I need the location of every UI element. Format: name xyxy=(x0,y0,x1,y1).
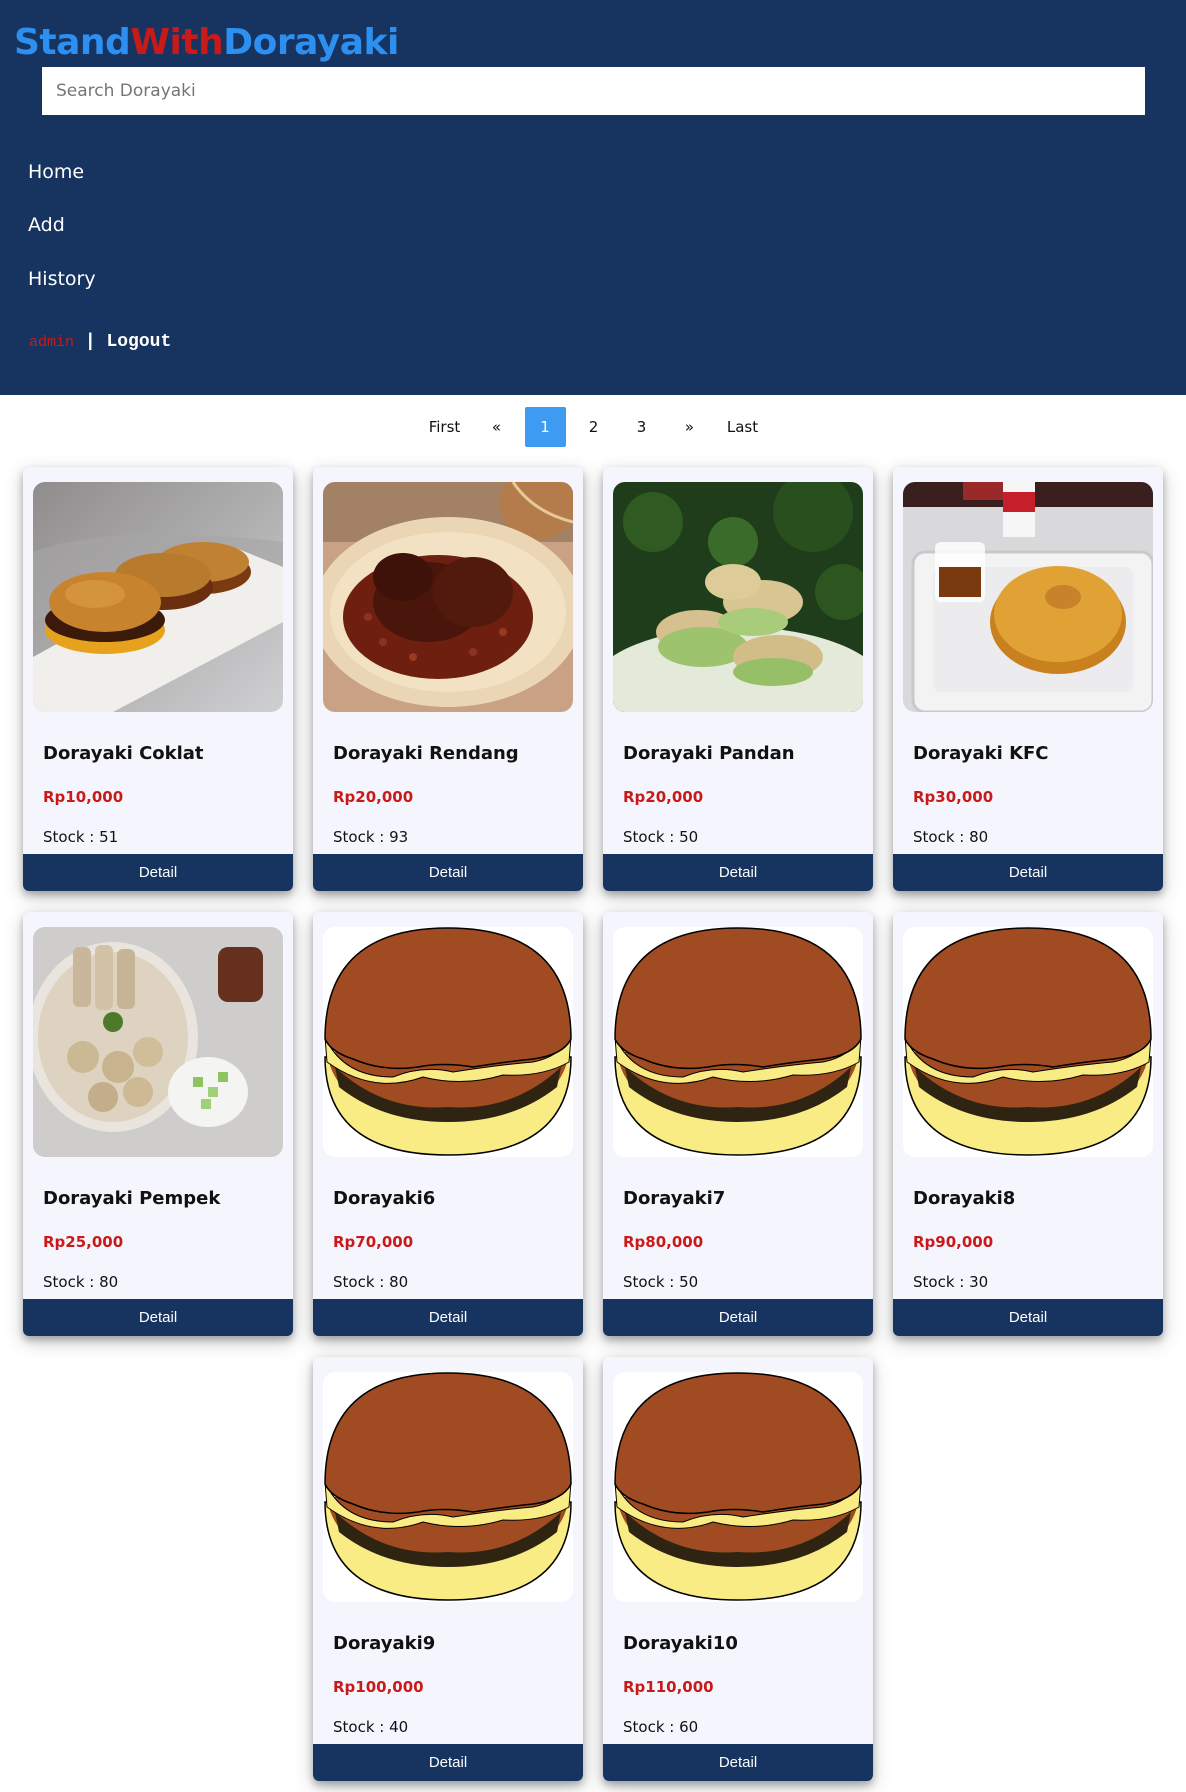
detail-button[interactable]: Detail xyxy=(893,1299,1163,1336)
detail-button[interactable]: Detail xyxy=(23,1299,293,1336)
product-price: Rp90,000 xyxy=(913,1233,994,1251)
product-image xyxy=(323,1372,573,1602)
logo-text-with: With xyxy=(130,22,224,63)
product-price: Rp100,000 xyxy=(333,1678,424,1696)
nav-add-link[interactable]: Add xyxy=(28,213,65,237)
product-image xyxy=(33,927,283,1157)
product-card: Dorayaki10 Rp110,000 Stock : 60 Detail xyxy=(603,1357,873,1781)
product-name: Dorayaki Coklat xyxy=(43,743,204,764)
product-name: Dorayaki KFC xyxy=(913,743,1049,764)
user-separator: | xyxy=(84,332,96,352)
product-card: Dorayaki6 Rp70,000 Stock : 80 Detail xyxy=(313,912,583,1336)
product-price: Rp20,000 xyxy=(333,788,414,806)
pagination-prev[interactable]: « xyxy=(477,407,517,447)
product-name: Dorayaki10 xyxy=(623,1633,738,1654)
product-name: Dorayaki Pandan xyxy=(623,743,795,764)
product-stock: Stock : 80 xyxy=(43,1273,119,1291)
pagination-page-1[interactable]: 1 xyxy=(524,407,566,447)
product-image xyxy=(903,927,1153,1157)
site-logo[interactable]: StandWithDorayaki xyxy=(14,16,399,70)
search-input[interactable] xyxy=(42,67,1145,115)
detail-button[interactable]: Detail xyxy=(313,1744,583,1781)
product-card: Dorayaki Coklat Rp10,000 Stock : 51 Deta… xyxy=(23,467,293,891)
detail-button[interactable]: Detail xyxy=(893,854,1163,891)
pagination-next[interactable]: » xyxy=(670,407,710,447)
username: admin xyxy=(29,334,75,351)
pagination-first[interactable]: First xyxy=(417,407,473,447)
pagination-page-3[interactable]: 3 xyxy=(622,407,662,447)
product-image xyxy=(323,482,573,712)
product-image xyxy=(903,482,1153,712)
product-price: Rp25,000 xyxy=(43,1233,124,1251)
product-stock: Stock : 93 xyxy=(333,828,409,846)
product-card: Dorayaki8 Rp90,000 Stock : 30 Detail xyxy=(893,912,1163,1336)
pagination-page-2[interactable]: 2 xyxy=(574,407,614,447)
product-card: Dorayaki Rendang Rp20,000 Stock : 93 Det… xyxy=(313,467,583,891)
product-name: Dorayaki7 xyxy=(623,1188,726,1209)
product-image xyxy=(613,1372,863,1602)
product-stock: Stock : 60 xyxy=(623,1718,699,1736)
nav-history-link[interactable]: History xyxy=(28,267,96,291)
nav-home-link[interactable]: Home xyxy=(28,160,84,184)
product-stock: Stock : 51 xyxy=(43,828,119,846)
product-name: Dorayaki8 xyxy=(913,1188,1016,1209)
product-price: Rp110,000 xyxy=(623,1678,714,1696)
product-name: Dorayaki Pempek xyxy=(43,1188,221,1209)
product-price: Rp30,000 xyxy=(913,788,994,806)
product-image xyxy=(613,927,863,1157)
logo-text-stand: Stand xyxy=(14,22,131,63)
product-image xyxy=(323,927,573,1157)
user-bar: admin | Logout xyxy=(29,330,171,355)
site-header: StandWithDorayaki Home Add History admin… xyxy=(0,0,1186,395)
product-card: Dorayaki7 Rp80,000 Stock : 50 Detail xyxy=(603,912,873,1336)
product-stock: Stock : 50 xyxy=(623,828,699,846)
logout-link[interactable]: Logout xyxy=(106,332,171,352)
product-price: Rp70,000 xyxy=(333,1233,414,1251)
pagination-last[interactable]: Last xyxy=(716,407,770,447)
product-card: Dorayaki KFC Rp30,000 Stock : 80 Detail xyxy=(893,467,1163,891)
logo-text-dorayaki: Dorayaki xyxy=(223,22,399,63)
detail-button[interactable]: Detail xyxy=(313,1299,583,1336)
product-stock: Stock : 50 xyxy=(623,1273,699,1291)
product-image xyxy=(33,482,283,712)
pagination: First « 1 2 3 » Last xyxy=(0,407,1186,447)
product-name: Dorayaki Rendang xyxy=(333,743,519,764)
detail-button[interactable]: Detail xyxy=(23,854,293,891)
detail-button[interactable]: Detail xyxy=(313,854,583,891)
product-stock: Stock : 30 xyxy=(913,1273,989,1291)
product-price: Rp10,000 xyxy=(43,788,124,806)
detail-button[interactable]: Detail xyxy=(603,1299,873,1336)
product-stock: Stock : 80 xyxy=(913,828,989,846)
detail-button[interactable]: Detail xyxy=(603,1744,873,1781)
product-stock: Stock : 40 xyxy=(333,1718,409,1736)
product-name: Dorayaki9 xyxy=(333,1633,436,1654)
product-card: Dorayaki Pempek Rp25,000 Stock : 80 Deta… xyxy=(23,912,293,1336)
product-price: Rp80,000 xyxy=(623,1233,704,1251)
product-name: Dorayaki6 xyxy=(333,1188,436,1209)
product-card: Dorayaki Pandan Rp20,000 Stock : 50 Deta… xyxy=(603,467,873,891)
detail-button[interactable]: Detail xyxy=(603,854,873,891)
product-stock: Stock : 80 xyxy=(333,1273,409,1291)
product-card: Dorayaki9 Rp100,000 Stock : 40 Detail xyxy=(313,1357,583,1781)
product-image xyxy=(613,482,863,712)
product-price: Rp20,000 xyxy=(623,788,704,806)
